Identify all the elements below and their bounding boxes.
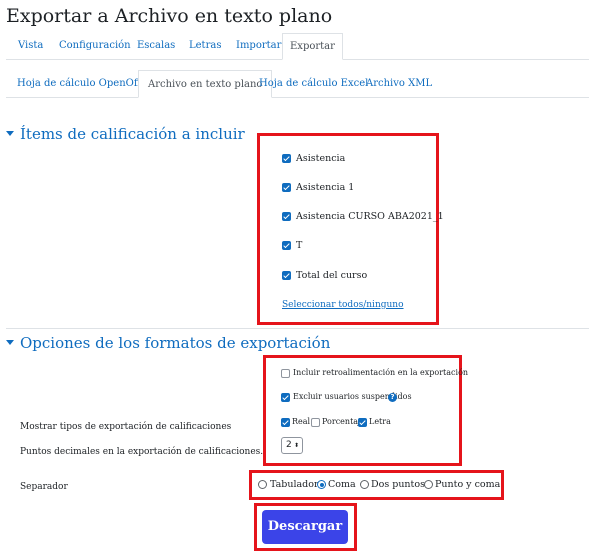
section-heading-options[interactable]: Opciones de los formatos de exportación: [6, 334, 330, 352]
radio-coma[interactable]: [317, 480, 326, 489]
secondary-tabs: Hoja de cálculo OpenOffice Archivo en te…: [6, 70, 589, 98]
tab-escalas[interactable]: Escalas: [137, 33, 175, 60]
item-label: Asistencia: [296, 153, 346, 164]
radio-tabulador[interactable]: [258, 480, 267, 489]
item-label: T: [296, 240, 303, 251]
radio-punto-y-coma[interactable]: [424, 480, 433, 489]
display-type-label: Real: [292, 417, 311, 426]
checkbox-letra[interactable]: [358, 418, 367, 427]
checkbox-porcentaje[interactable]: [311, 418, 320, 427]
separator-option-label: Tabulador: [270, 479, 319, 490]
checkbox-asistencia-curso[interactable]: [282, 212, 291, 221]
checkbox-exclude-suspended[interactable]: [281, 393, 290, 402]
subtab-excel[interactable]: Hoja de cálculo Excel: [259, 70, 368, 98]
primary-tabs: Vista Configuración Escalas Letras Impor…: [6, 33, 589, 60]
checkbox-total-curso[interactable]: [282, 271, 291, 280]
checkbox-asistencia-1[interactable]: [282, 183, 291, 192]
display-types-label: Mostrar tipos de exportación de califica…: [20, 422, 232, 432]
item-label: Asistencia 1: [296, 182, 355, 193]
radio-dos-puntos[interactable]: [360, 480, 369, 489]
separator-option-label: Coma: [328, 479, 356, 490]
separator-label: Separador: [20, 482, 68, 492]
page-title: Exportar a Archivo en texto plano: [6, 5, 333, 27]
decimal-points-value: 2: [286, 440, 292, 450]
decimal-points-label: Puntos decimales en la exportación de ca…: [20, 447, 264, 457]
subtab-texto-plano[interactable]: Archivo en texto plano: [138, 70, 273, 98]
download-button[interactable]: Descargar: [262, 510, 348, 544]
display-type-label: Letra: [369, 417, 391, 426]
checkbox-include-feedback[interactable]: [281, 369, 290, 378]
item-label: Asistencia CURSO ABA2021_1: [296, 211, 444, 222]
select-all-link[interactable]: Seleccionar todos/ninguno: [282, 300, 404, 310]
tab-letras[interactable]: Letras: [189, 33, 221, 60]
decimal-points-select[interactable]: 2 ⬍: [281, 437, 303, 454]
section-divider: [6, 328, 589, 329]
separator-option-label: Dos puntos: [371, 479, 425, 490]
checkbox-real[interactable]: [281, 418, 290, 427]
subtab-xml[interactable]: Archivo XML: [366, 70, 432, 98]
checkbox-asistencia[interactable]: [282, 154, 291, 163]
collapse-caret-icon[interactable]: [6, 340, 14, 345]
include-feedback-label: Incluir retroalimentación en la exportac…: [293, 368, 469, 377]
tab-importar[interactable]: Importar: [236, 33, 281, 60]
item-label: Total del curso: [296, 270, 368, 281]
separator-option-label: Punto y coma: [435, 479, 501, 490]
section-heading-options-label: Opciones de los formatos de exportación: [20, 334, 331, 352]
subtab-openoffice[interactable]: Hoja de cálculo OpenOffice: [17, 70, 156, 98]
tab-exportar[interactable]: Exportar: [282, 33, 343, 60]
checkbox-t[interactable]: [282, 241, 291, 250]
tab-vista[interactable]: Vista: [18, 33, 43, 60]
updown-arrows-icon: ⬍: [293, 442, 299, 449]
section-heading-items[interactable]: Ítems de calificación a incluir: [6, 125, 245, 143]
collapse-caret-icon[interactable]: [6, 131, 14, 136]
tab-configuracion[interactable]: Configuración: [59, 33, 131, 60]
section-heading-items-label: Ítems de calificación a incluir: [20, 125, 245, 143]
help-icon[interactable]: ?: [388, 393, 397, 402]
